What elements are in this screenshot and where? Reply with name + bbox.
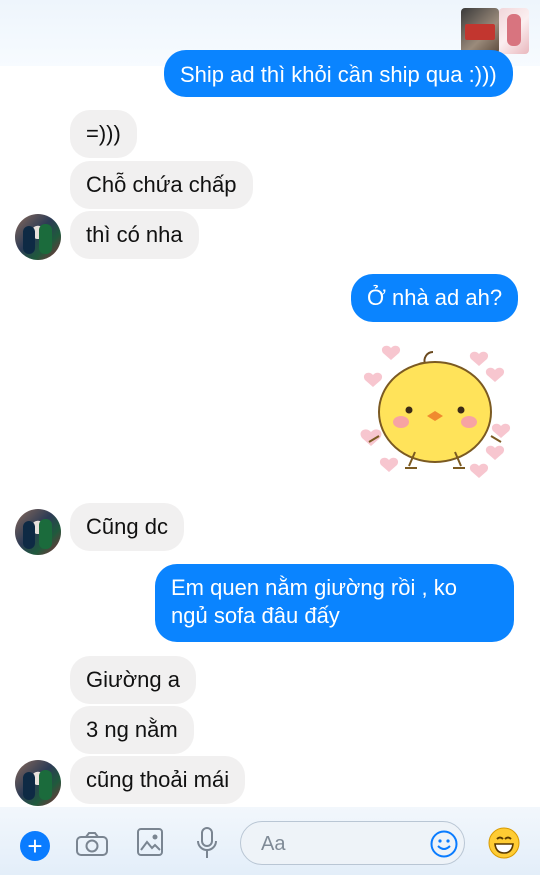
incoming-message[interactable]: Chỗ chứa chấp — [70, 161, 253, 209]
message-text: Ship ad thì khỏi cần ship qua :))) — [180, 62, 497, 87]
incoming-message[interactable]: =))) — [70, 110, 137, 158]
outgoing-message[interactable]: Ở nhà ad ah? — [351, 274, 519, 322]
message-text: Cũng dc — [86, 514, 168, 539]
message-text: Giường a — [86, 667, 180, 692]
avatar[interactable] — [15, 760, 61, 806]
incoming-message[interactable]: 3 ng nằm — [70, 706, 194, 754]
message-text: Em quen nằm giường rồi , ko ngủ sofa đâu… — [171, 575, 457, 628]
message-input-container[interactable] — [240, 821, 465, 865]
gallery-icon[interactable] — [137, 828, 163, 856]
composer-bar: + — [0, 807, 540, 875]
microphone-icon[interactable] — [197, 827, 217, 859]
outgoing-message[interactable]: Ship ad thì khỏi cần ship qua :))) — [164, 50, 513, 97]
emoji-icon[interactable] — [430, 830, 458, 858]
image-thumbnail[interactable] — [499, 8, 529, 54]
avatar[interactable] — [15, 509, 61, 555]
message-text: cũng thoải mái — [86, 767, 230, 792]
message-text: Ở nhà ad ah? — [367, 285, 503, 310]
camera-icon[interactable] — [76, 831, 108, 857]
message-text: Chỗ chứa chấp — [86, 172, 237, 197]
outgoing-message[interactable]: Em quen nằm giường rồi , ko ngủ sofa đâu… — [155, 564, 514, 642]
plus-icon[interactable]: + — [20, 831, 50, 861]
incoming-message[interactable]: thì có nha — [70, 211, 199, 259]
incoming-message[interactable]: Giường a — [70, 656, 196, 704]
message-text: =))) — [86, 121, 121, 146]
message-input[interactable] — [259, 831, 413, 857]
yellow-chick-sticker[interactable] — [355, 340, 515, 480]
incoming-message[interactable]: Cũng dc — [70, 503, 184, 551]
emoji-reaction-icon[interactable] — [488, 827, 520, 859]
message-text: 3 ng nằm — [86, 717, 178, 742]
avatar[interactable] — [15, 214, 61, 260]
incoming-message[interactable]: cũng thoải mái — [70, 756, 246, 804]
message-text: thì có nha — [86, 222, 183, 247]
image-thumbnail[interactable] — [461, 8, 499, 54]
